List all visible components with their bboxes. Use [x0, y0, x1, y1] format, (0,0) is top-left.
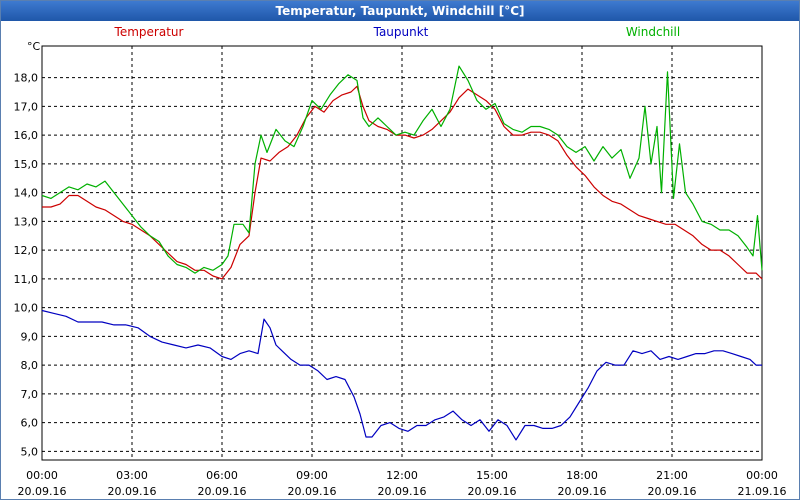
x-tick-date-label: 20.09.16	[558, 485, 607, 498]
x-tick-time-label: 15:00	[476, 469, 508, 482]
x-tick-time-label: 09:00	[296, 469, 328, 482]
y-tick-label: 5,0	[21, 445, 39, 458]
y-tick-label: 11,0	[14, 273, 39, 286]
temperature-chart: 5,0 6,0 7,0 8,0 9,0 10,0 11,0 12,0 13,0 14,0 15,0 1…	[14, 25, 787, 498]
y-tick-label: 14,0	[14, 187, 39, 200]
x-tick-time-label: 12:00	[386, 469, 418, 482]
x-tick-date-label: 21.09.16	[738, 485, 787, 498]
x-tick-time-label: 03:00	[116, 469, 148, 482]
x-tick-time-label: 21:00	[656, 469, 688, 482]
y-tick-label: 18,0	[14, 72, 39, 85]
x-tick-date-label: 20.09.16	[18, 485, 67, 498]
y-tick-label: 8,0	[21, 359, 39, 372]
legend-entry-temperatur: Temperatur	[114, 25, 184, 39]
x-tick-time-label: 00:00	[26, 469, 58, 482]
y-tick-label: 7,0	[21, 388, 39, 401]
x-tick-date-label: 20.09.16	[108, 485, 157, 498]
x-tick-date-label: 20.09.16	[198, 485, 247, 498]
x-tick-date-label: 20.09.16	[288, 485, 337, 498]
x-tick-time-label: 06:00	[206, 469, 238, 482]
y-tick-label: 9,0	[21, 330, 39, 343]
y-tick-label: 17,0	[14, 100, 39, 113]
y-tick-label: 16,0	[14, 129, 39, 142]
x-tick-time-label: 18:00	[566, 469, 598, 482]
legend-entry-windchill: Windchill	[626, 25, 680, 39]
y-tick-label: 12,0	[14, 244, 39, 257]
y-tick-label: 13,0	[14, 215, 39, 228]
x-tick-date-label: 20.09.16	[378, 485, 427, 498]
series-line-windchill	[41, 65, 763, 274]
y-axis-unit-label: °C	[27, 40, 41, 53]
x-tick-time-label: 00:00	[746, 469, 778, 482]
chart-window: Temperatur, Taupunkt, Windchill [°C] 5,0…	[0, 0, 800, 500]
y-tick-label: 6,0	[21, 417, 39, 430]
x-tick-date-label: 20.09.16	[468, 485, 517, 498]
y-tick-label: 10,0	[14, 302, 39, 315]
y-tick-label: 15,0	[14, 158, 39, 171]
x-tick-date-label: 20.09.16	[648, 485, 697, 498]
legend-entry-taupunkt: Taupunkt	[373, 25, 429, 39]
